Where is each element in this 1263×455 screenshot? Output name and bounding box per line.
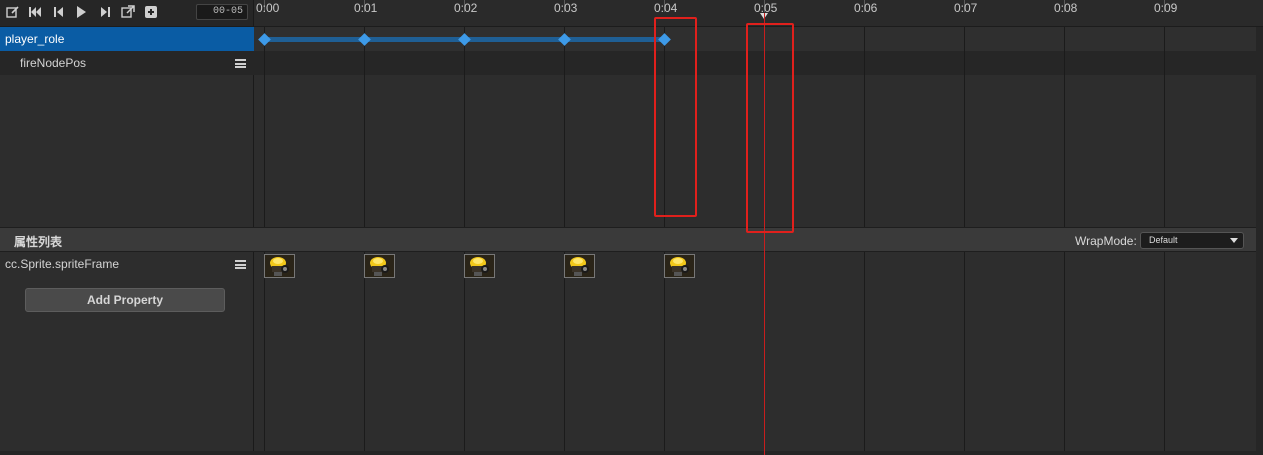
sprite-frame-keyframe[interactable] (664, 254, 695, 278)
node-label: fireNodePos (20, 56, 87, 70)
grid-line (1064, 27, 1065, 227)
ruler-tick-label: 0:01 (354, 1, 378, 15)
grid-line (864, 27, 865, 227)
ruler-tick-label: 0:09 (1154, 1, 1178, 15)
ruler-tick-label: 0:07 (954, 1, 978, 15)
grid-line (964, 27, 965, 227)
node-tree-panel: player_role fireNodePos (0, 27, 254, 227)
ruler-tick-label: 0:02 (454, 1, 478, 15)
step-forward-icon[interactable] (97, 4, 113, 20)
grid-line (564, 252, 565, 455)
grid-line (1164, 252, 1165, 455)
sprite-frame-keyframe[interactable] (464, 254, 495, 278)
grid-line (364, 27, 365, 227)
grid-line (464, 252, 465, 455)
timeline-toolbar: 00-05 (0, 0, 254, 27)
hamburger-menu-icon[interactable] (235, 260, 246, 269)
sprite-frame-keyframe[interactable] (364, 254, 395, 278)
ruler-tick-label: 0:00 (256, 1, 280, 15)
skip-to-start-icon[interactable] (27, 4, 43, 20)
sprite-frame-keyframe[interactable] (564, 254, 595, 278)
property-timeline-area[interactable] (254, 252, 1263, 455)
node-timeline-area[interactable] (254, 27, 1263, 227)
ruler-tick-label: 0:03 (554, 1, 578, 15)
keyframe-track-fire-node-pos[interactable] (254, 51, 1263, 75)
hamburger-menu-icon[interactable] (235, 59, 246, 68)
add-property-button[interactable]: Add Property (25, 288, 225, 312)
properties-title: 属性列表 (14, 235, 63, 249)
node-row-player-role[interactable]: player_role (0, 27, 254, 51)
time-ruler[interactable]: 0:00 0:01 0:02 0:03 0:04 0:05 0:06 0:07 0:08 0:09 (254, 0, 1263, 27)
ruler-tick-label: 0:06 (854, 1, 878, 15)
property-row-sprite-frame[interactable]: cc.Sprite.spriteFrame (0, 252, 254, 276)
node-row-fire-node-pos[interactable]: fireNodePos (0, 51, 254, 75)
grid-line (464, 27, 465, 227)
add-frame-icon[interactable] (143, 4, 159, 20)
property-list-panel: cc.Sprite.spriteFrame Add Property (0, 252, 254, 455)
wrap-mode-value: Default (1149, 235, 1178, 245)
ruler-tick-label: 0:04 (654, 1, 678, 15)
playhead-line[interactable] (764, 13, 765, 455)
external-link-icon[interactable] (120, 4, 136, 20)
grid-line (1064, 252, 1065, 455)
edit-icon[interactable] (5, 4, 21, 20)
node-label: player_role (5, 32, 65, 46)
current-frame-field[interactable]: 00-05 (196, 4, 248, 20)
bottom-edge (0, 451, 1263, 455)
sprite-frame-keyframe[interactable] (264, 254, 295, 278)
grid-line (864, 252, 865, 455)
grid-line (1164, 27, 1165, 227)
grid-line (664, 252, 665, 455)
vertical-scrollbar[interactable] (1256, 27, 1263, 455)
step-back-icon[interactable] (51, 4, 67, 20)
grid-line (264, 27, 265, 227)
grid-line (264, 252, 265, 455)
chevron-down-icon (1230, 238, 1238, 243)
play-icon[interactable] (73, 4, 89, 20)
wrap-mode-select[interactable]: Default (1140, 232, 1244, 249)
grid-line (964, 252, 965, 455)
grid-line (564, 27, 565, 227)
ruler-tick-label: 0:08 (1054, 1, 1078, 15)
property-label: cc.Sprite.spriteFrame (5, 257, 120, 271)
grid-line (364, 252, 365, 455)
grid-line (664, 27, 665, 227)
properties-header: 属性列表 WrapMode: Default (0, 227, 1263, 252)
wrap-mode-label: WrapMode: (1075, 234, 1137, 248)
